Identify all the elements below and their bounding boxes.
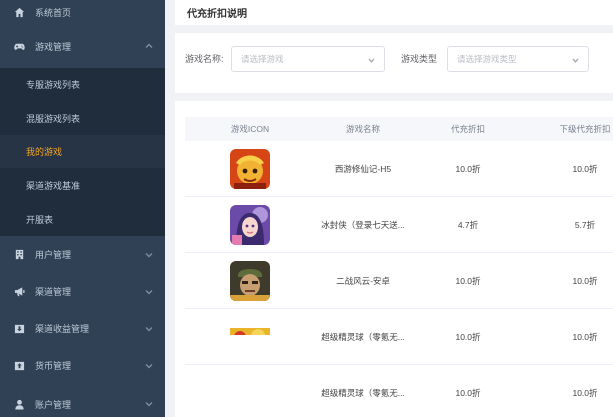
sidebar-item-label: 货币管理 xyxy=(35,361,72,371)
column-header-icon: 游戏ICON xyxy=(230,124,270,134)
sub-discount: 10.0折 xyxy=(572,164,598,174)
sidebar-item-label: 系统首页 xyxy=(35,7,72,18)
sidebar-item-label: 开服表 xyxy=(26,214,54,225)
home-icon xyxy=(13,6,25,18)
sidebar-item-home[interactable]: 系统首页 xyxy=(0,0,165,24)
game-type-select[interactable]: 请选择游戏类型 xyxy=(447,46,589,72)
sidebar-item-account-management[interactable]: 账户管理 xyxy=(0,384,165,417)
game-icon-empty xyxy=(215,365,285,417)
column-header-name: 游戏名称 xyxy=(345,124,380,134)
game-name-placeholder: 请选择游戏 xyxy=(241,54,284,64)
game-type-placeholder: 请选择游戏类型 xyxy=(457,54,517,64)
anime-girl-game-icon xyxy=(230,205,270,245)
sidebar-item-mixed-games[interactable]: 混服游戏列表 xyxy=(0,101,165,135)
chevron-down-icon xyxy=(145,362,153,370)
megaphone-icon xyxy=(13,286,25,298)
filter-panel: 游戏名称: 请选择游戏 游戏类型 请选择游戏类型 xyxy=(175,33,613,93)
sidebar-item-channel-game-baseline[interactable]: 渠道游戏基准 xyxy=(0,168,165,202)
sidebar-item-user-management[interactable]: 用户管理 xyxy=(0,236,165,273)
page-title: 代充折扣说明 xyxy=(187,9,247,20)
column-header-sub-discount: 下级代充折扣 xyxy=(559,124,611,134)
sidebar-item-channel-revenue[interactable]: 渠道收益管理 xyxy=(0,310,165,347)
game-name-select[interactable]: 请选择游戏 xyxy=(231,46,385,72)
sidebar-item-label: 混服游戏列表 xyxy=(26,113,81,124)
discount: 4.7折 xyxy=(457,220,479,230)
table-row: 西游修仙记-H5 10.0折 10.0折 xyxy=(185,141,613,197)
game-name: 超级精灵球（零氪无... xyxy=(321,332,405,342)
sidebar-item-label: 用户管理 xyxy=(35,250,72,260)
chevron-up-icon xyxy=(145,42,153,50)
game-name: 超级精灵球（零氪无... xyxy=(321,388,405,398)
sidebar-item-server-schedule[interactable]: 开服表 xyxy=(0,202,165,236)
sidebar-item-my-games[interactable]: 我的游戏 xyxy=(0,135,165,168)
sidebar-item-label: 游戏管理 xyxy=(35,41,72,52)
building-icon xyxy=(13,249,25,261)
game-name: 冰封侠（登录七天送... xyxy=(321,220,405,230)
main-content: 代充折扣说明 游戏名称: 请选择游戏 游戏类型 请选择游戏类型 游戏ICON 游… xyxy=(165,0,613,417)
sidebar-item-game-management[interactable]: 游戏管理 xyxy=(0,24,165,68)
submenu-game-management: 专服游戏列表 混服游戏列表 我的游戏 渠道游戏基准 开服表 xyxy=(0,68,165,236)
sidebar-item-label: 专服游戏列表 xyxy=(26,80,81,90)
table-row: 超级精灵球（零氪无... 10.0折 10.0折 xyxy=(185,309,613,365)
chevron-down-icon xyxy=(368,56,375,63)
chevron-down-icon xyxy=(572,56,579,63)
soldier-game-icon xyxy=(230,261,270,301)
sidebar-item-label: 渠道游戏基准 xyxy=(26,180,81,191)
sidebar-item-label: 账户管理 xyxy=(35,399,72,410)
sidebar-item-label: 我的游戏 xyxy=(26,147,63,157)
sub-discount: 10.0折 xyxy=(572,332,598,342)
monster-ball-game-icon xyxy=(230,317,270,335)
sidebar-item-currency-management[interactable]: 货币管理 xyxy=(0,347,165,384)
download-box-icon xyxy=(13,323,25,335)
table-row: 超级精灵球（零氪无... 10.0折 10.0折 xyxy=(185,365,613,417)
upload-box-icon xyxy=(13,360,25,372)
chevron-down-icon xyxy=(145,400,153,408)
table-row: 冰封侠（登录七天送... 4.7折 5.7折 xyxy=(185,197,613,253)
gamepad-icon xyxy=(13,40,25,52)
table-row: 二战风云-安卓 10.0折 10.0折 xyxy=(185,253,613,309)
chevron-down-icon xyxy=(145,288,153,296)
discount: 10.0折 xyxy=(455,276,481,286)
sidebar: 系统首页 游戏管理 专服游戏列表 混服游戏列表 我的游戏 渠道游戏基准 开服表 … xyxy=(0,0,165,417)
discount: 10.0折 xyxy=(455,332,481,342)
sidebar-item-dedicated-games[interactable]: 专服游戏列表 xyxy=(0,68,165,101)
game-name: 二战风云-安卓 xyxy=(336,276,390,286)
sidebar-item-label: 渠道收益管理 xyxy=(35,324,90,334)
sub-discount: 10.0折 xyxy=(572,276,598,286)
discount: 10.0折 xyxy=(455,388,481,398)
sub-discount: 5.7折 xyxy=(574,220,596,230)
monkey-king-game-icon xyxy=(230,149,270,189)
chevron-down-icon xyxy=(145,325,153,333)
user-icon xyxy=(13,398,25,410)
sidebar-item-channel-management[interactable]: 渠道管理 xyxy=(0,273,165,310)
game-name-label: 游戏名称: xyxy=(185,54,224,64)
table-header: 游戏ICON 游戏名称 代充折扣 下级代充折扣 xyxy=(185,117,613,141)
page-title-bar: 代充折扣说明 xyxy=(175,0,613,25)
discount: 10.0折 xyxy=(455,164,481,174)
game-type-label: 游戏类型 xyxy=(401,54,438,64)
column-header-discount: 代充折扣 xyxy=(450,124,485,134)
sidebar-item-label: 渠道管理 xyxy=(35,287,72,297)
sub-discount: 10.0折 xyxy=(572,388,598,398)
games-table: 游戏ICON 游戏名称 代充折扣 下级代充折扣 西游修仙记-H5 10.0折 1… xyxy=(175,101,613,417)
chevron-down-icon xyxy=(145,251,153,259)
game-name: 西游修仙记-H5 xyxy=(334,164,392,174)
